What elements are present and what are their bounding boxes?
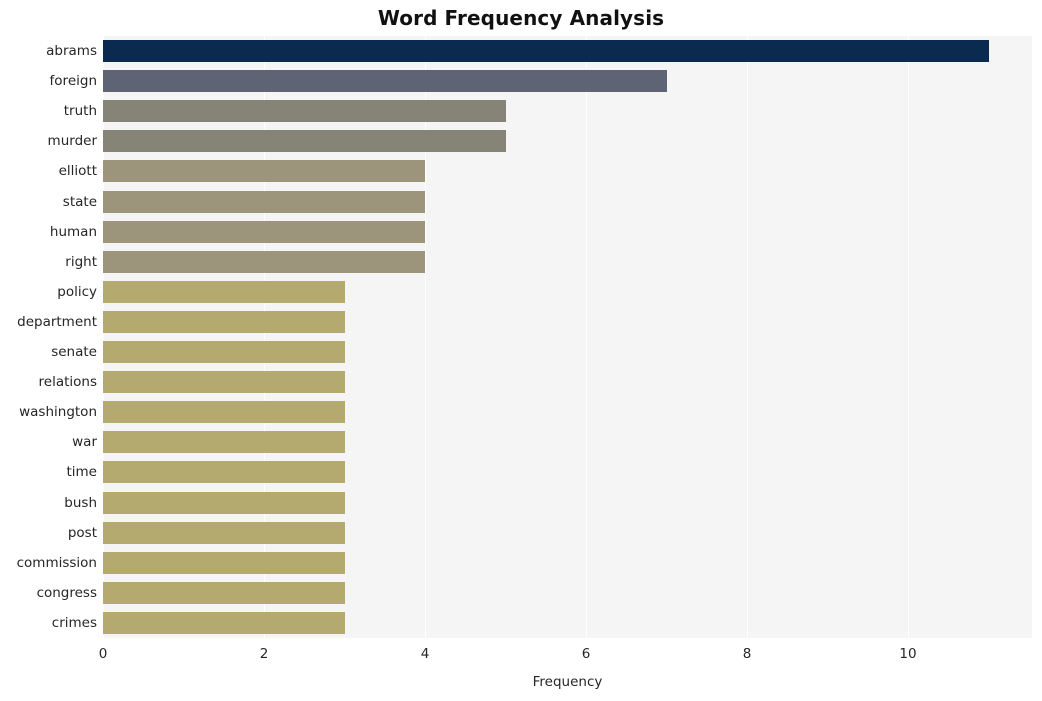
y-tick-label-washington: washington xyxy=(19,404,97,421)
chart-title: Word Frequency Analysis xyxy=(377,6,665,30)
bar-row xyxy=(103,277,1032,307)
bar-row xyxy=(103,578,1032,608)
chart-figure: Word Frequency Analysis abrams foreign tru… xyxy=(0,0,1042,701)
bar-right[interactable] xyxy=(103,250,425,273)
bar-elliott[interactable] xyxy=(103,160,425,183)
bar-row xyxy=(103,247,1032,277)
x-tick-label-10: 10 xyxy=(899,646,917,662)
bar-row xyxy=(103,66,1032,96)
bar-row xyxy=(103,337,1032,367)
y-tick-label-murder: murder xyxy=(47,133,97,150)
bar-truth[interactable] xyxy=(103,100,506,123)
bar-row xyxy=(103,488,1032,518)
y-tick-label-state: state xyxy=(62,193,97,210)
bar-row xyxy=(103,397,1032,427)
bar-state[interactable] xyxy=(103,190,425,213)
y-tick-label-bush: bush xyxy=(64,494,97,511)
bar-foreign[interactable] xyxy=(103,70,667,93)
x-tick-label-2: 2 xyxy=(259,646,269,662)
x-axis-ticks: 0 2 4 6 8 10 xyxy=(0,638,1042,668)
bar-row xyxy=(103,156,1032,186)
bar-bush[interactable] xyxy=(103,491,345,514)
y-tick-label-crimes: crimes xyxy=(51,614,97,631)
y-tick-label-abrams: abrams xyxy=(46,43,97,59)
x-tick-label-4: 4 xyxy=(420,646,430,662)
bar-row xyxy=(103,518,1032,548)
bar-row xyxy=(103,367,1032,397)
bar-human[interactable] xyxy=(103,220,425,243)
y-tick-label-foreign: foreign xyxy=(49,73,97,90)
bar-row xyxy=(103,36,1032,66)
bar-time[interactable] xyxy=(103,461,345,484)
bar-commission[interactable] xyxy=(103,551,345,574)
bar-senate[interactable] xyxy=(103,341,345,364)
y-tick-label-right: right xyxy=(65,253,97,270)
x-tick-label-0: 0 xyxy=(98,646,108,662)
y-tick-label-truth: truth xyxy=(63,103,97,120)
bar-murder[interactable] xyxy=(103,130,506,153)
bar-row xyxy=(103,187,1032,217)
y-tick-label-department: department xyxy=(17,313,97,330)
x-axis-title: Frequency xyxy=(532,674,603,690)
y-tick-label-senate: senate xyxy=(51,344,97,360)
bar-relations[interactable] xyxy=(103,371,345,394)
bar-row xyxy=(103,548,1032,578)
bar-row xyxy=(103,217,1032,247)
y-axis-labels: abrams foreign truth murder elliott state huma… xyxy=(0,36,97,638)
bar-post[interactable] xyxy=(103,521,345,544)
bar-row xyxy=(103,608,1032,638)
bar-policy[interactable] xyxy=(103,280,345,303)
y-tick-label-post: post xyxy=(67,524,97,541)
bar-department[interactable] xyxy=(103,310,345,333)
bar-row xyxy=(103,307,1032,337)
bar-washington[interactable] xyxy=(103,401,345,424)
bar-row xyxy=(103,457,1032,487)
y-tick-label-human: human xyxy=(49,223,97,240)
bar-congress[interactable] xyxy=(103,581,345,604)
y-tick-label-congress: congress xyxy=(36,584,97,601)
x-tick-label-6: 6 xyxy=(581,646,591,662)
bar-crimes[interactable] xyxy=(103,611,345,634)
y-tick-label-time: time xyxy=(66,464,97,481)
bar-war[interactable] xyxy=(103,431,345,454)
y-tick-label-policy: policy xyxy=(57,283,97,300)
y-tick-label-elliott: elliott xyxy=(58,163,97,180)
y-tick-label-commission: commission xyxy=(16,554,97,571)
bar-abrams[interactable] xyxy=(103,40,989,63)
bar-row xyxy=(103,126,1032,156)
bar-row xyxy=(103,427,1032,457)
bar-row xyxy=(103,96,1032,126)
x-tick-label-8: 8 xyxy=(742,646,752,662)
bars-layer xyxy=(103,36,1032,638)
y-tick-label-relations: relations xyxy=(38,374,97,391)
y-tick-label-war: war xyxy=(72,434,97,451)
